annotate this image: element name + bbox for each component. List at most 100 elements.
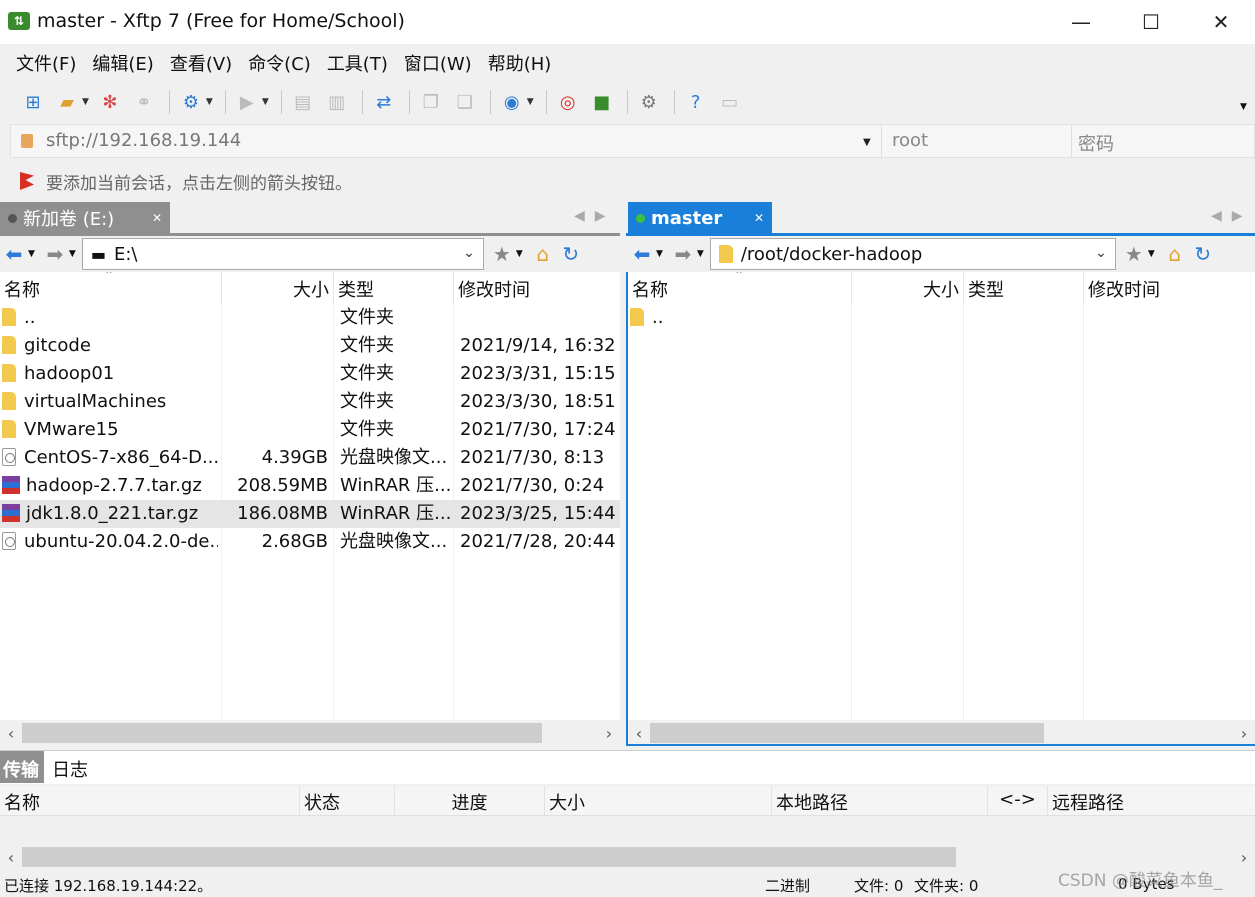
file-row[interactable]: gitcode 文件夹 2021/9/14, 16:32	[0, 332, 620, 360]
minimize-button[interactable]: —	[1046, 0, 1116, 44]
menu-view[interactable]: 查看(V)	[162, 50, 240, 76]
globe-icon[interactable]: ◉	[499, 89, 525, 115]
tab-scroll-arrows-icon[interactable]: ◀▶	[574, 208, 616, 224]
download-icon[interactable]: ▥	[324, 89, 350, 115]
bookmark-star-icon[interactable]: ★	[1120, 242, 1148, 266]
home-folder-icon[interactable]: ⌂	[1161, 242, 1189, 266]
back-dropdown-icon[interactable]: ▼	[656, 249, 663, 259]
disconnect-icon[interactable]: ⚭	[131, 89, 157, 115]
path-dropdown-icon[interactable]: ⌄	[1095, 245, 1107, 261]
bookmark-dropdown-icon[interactable]: ▼	[1148, 249, 1155, 259]
tab-log[interactable]: 日志	[52, 756, 88, 782]
options-gear-icon[interactable]: ⚙	[636, 89, 662, 115]
menu-window[interactable]: 窗口(W)	[396, 50, 480, 76]
password-input[interactable]: 密码	[1071, 125, 1255, 157]
column-transfer-status[interactable]: 状态	[300, 786, 395, 816]
globe-dropdown-icon[interactable]: ▼	[527, 97, 534, 107]
forward-arrow-icon[interactable]: ➡	[41, 242, 69, 266]
home-folder-icon[interactable]: ⌂	[529, 242, 557, 266]
scroll-thumb[interactable]	[22, 847, 956, 867]
file-row[interactable]: CentOS-7-x86_64-D... 4.39GB 光盘映像文... 2021/7…	[0, 444, 620, 472]
xshell-icon[interactable]: ◎	[555, 89, 581, 115]
xftp-icon[interactable]: ■	[589, 89, 615, 115]
menu-help[interactable]: 帮助(H)	[480, 50, 560, 76]
menu-file[interactable]: 文件(F)	[8, 50, 84, 76]
right-path-input[interactable]: /root/docker-hadoop ⌄	[709, 238, 1116, 270]
new-session-icon[interactable]: ⊞	[20, 89, 46, 115]
scroll-thumb[interactable]	[22, 723, 542, 743]
close-tab-icon[interactable]: ✕	[754, 211, 764, 225]
forward-arrow-icon[interactable]: ➡	[669, 242, 697, 266]
column-name[interactable]: 名称	[0, 272, 222, 304]
left-path-input[interactable]: ▬ E:\ ⌄	[81, 238, 484, 270]
play-dropdown-icon[interactable]: ▼	[262, 97, 269, 107]
settings-dropdown-icon[interactable]: ▼	[206, 97, 213, 107]
back-dropdown-icon[interactable]: ▼	[28, 249, 35, 259]
column-local-path[interactable]: 本地路径	[772, 786, 988, 816]
scroll-left-icon[interactable]: ‹	[0, 724, 22, 743]
host-dropdown-icon[interactable]: ▼	[863, 137, 871, 148]
file-row[interactable]: ubuntu-20.04.2.0-de... 2.68GB 光盘映像文... 2021…	[0, 528, 620, 556]
file-row[interactable]: hadoop-2.7.7.tar.gz 208.59MB WinRAR 压... 20…	[0, 472, 620, 500]
add-session-flag-icon[interactable]	[20, 172, 34, 190]
copy-icon[interactable]: ❐	[418, 89, 444, 115]
file-row[interactable]: ..	[628, 304, 1255, 332]
file-row[interactable]: virtualMachines 文件夹 2023/3/30, 18:51	[0, 388, 620, 416]
back-arrow-icon[interactable]: ⬅	[628, 242, 656, 266]
maximize-button[interactable]: ☐	[1116, 0, 1186, 44]
tab-local-drive[interactable]: 新加卷 (E:) ✕	[0, 202, 170, 234]
bookmark-dropdown-icon[interactable]: ▼	[516, 249, 523, 259]
scroll-left-icon[interactable]: ‹	[628, 724, 650, 743]
file-row[interactable]: jdk1.8.0_221.tar.gz 186.08MB WinRAR 压... 20…	[0, 500, 620, 528]
column-modified[interactable]: 修改时间	[1084, 272, 1255, 304]
refresh-icon[interactable]: ↻	[1189, 242, 1217, 266]
column-size[interactable]: 大小	[852, 272, 964, 304]
toolbar-overflow-icon[interactable]: ▼	[1240, 102, 1247, 112]
path-dropdown-icon[interactable]: ⌄	[463, 245, 475, 261]
host-input[interactable]: sftp://192.168.19.144	[46, 130, 241, 151]
column-modified[interactable]: 修改时间	[454, 272, 620, 304]
scroll-right-icon[interactable]: ›	[598, 724, 620, 743]
scroll-left-icon[interactable]: ‹	[0, 848, 22, 867]
column-type[interactable]: 类型	[334, 272, 454, 304]
play-icon[interactable]: ▶	[234, 89, 260, 115]
close-tab-icon[interactable]: ✕	[152, 211, 162, 225]
scroll-thumb[interactable]	[650, 723, 1044, 743]
column-size[interactable]: 大小	[222, 272, 334, 304]
tab-scroll-arrows-icon[interactable]: ◀▶	[1211, 208, 1253, 224]
left-horizontal-scrollbar[interactable]: ‹ ›	[0, 720, 620, 746]
menu-tools[interactable]: 工具(T)	[319, 50, 396, 76]
menu-edit[interactable]: 编辑(E)	[84, 50, 161, 76]
column-name[interactable]: 名称	[628, 272, 852, 304]
column-transfer-name[interactable]: 名称	[0, 786, 300, 816]
chat-icon[interactable]: ▭	[717, 89, 743, 115]
column-remote-path[interactable]: 远程路径	[1048, 786, 1255, 816]
bookmark-star-icon[interactable]: ★	[488, 242, 516, 266]
right-horizontal-scrollbar[interactable]: ‹ ›	[626, 720, 1255, 746]
menu-command[interactable]: 命令(C)	[240, 50, 319, 76]
refresh-icon[interactable]: ↻	[557, 242, 585, 266]
open-dropdown-icon[interactable]: ▼	[82, 97, 89, 107]
session-settings-icon[interactable]: ⚙	[178, 89, 204, 115]
sync-transfer-icon[interactable]: ⇄	[371, 89, 397, 115]
file-row[interactable]: .. 文件夹	[0, 304, 620, 332]
close-button[interactable]: ✕	[1186, 0, 1255, 44]
back-arrow-icon[interactable]: ⬅	[0, 242, 28, 266]
forward-dropdown-icon[interactable]: ▼	[69, 249, 76, 259]
file-row[interactable]: hadoop01 文件夹 2023/3/31, 15:15	[0, 360, 620, 388]
username-input[interactable]: root	[881, 125, 1071, 157]
column-type[interactable]: 类型	[964, 272, 1084, 304]
forward-dropdown-icon[interactable]: ▼	[697, 249, 704, 259]
scroll-right-icon[interactable]: ›	[1233, 848, 1255, 867]
upload-icon[interactable]: ▤	[290, 89, 316, 115]
tab-transfer[interactable]: 传输	[0, 751, 44, 783]
reconnect-icon[interactable]: ✻	[97, 89, 123, 115]
help-icon[interactable]: ?	[683, 89, 709, 115]
scroll-right-icon[interactable]: ›	[1233, 724, 1255, 743]
transfer-mode[interactable]: 二进制	[765, 875, 810, 896]
tab-remote-master[interactable]: master ✕	[628, 202, 772, 234]
open-folder-icon[interactable]: ▰	[54, 89, 80, 115]
column-direction[interactable]: <->	[988, 786, 1048, 816]
column-transfer-size[interactable]: 大小	[545, 786, 772, 816]
column-transfer-progress[interactable]: 进度	[395, 786, 545, 816]
